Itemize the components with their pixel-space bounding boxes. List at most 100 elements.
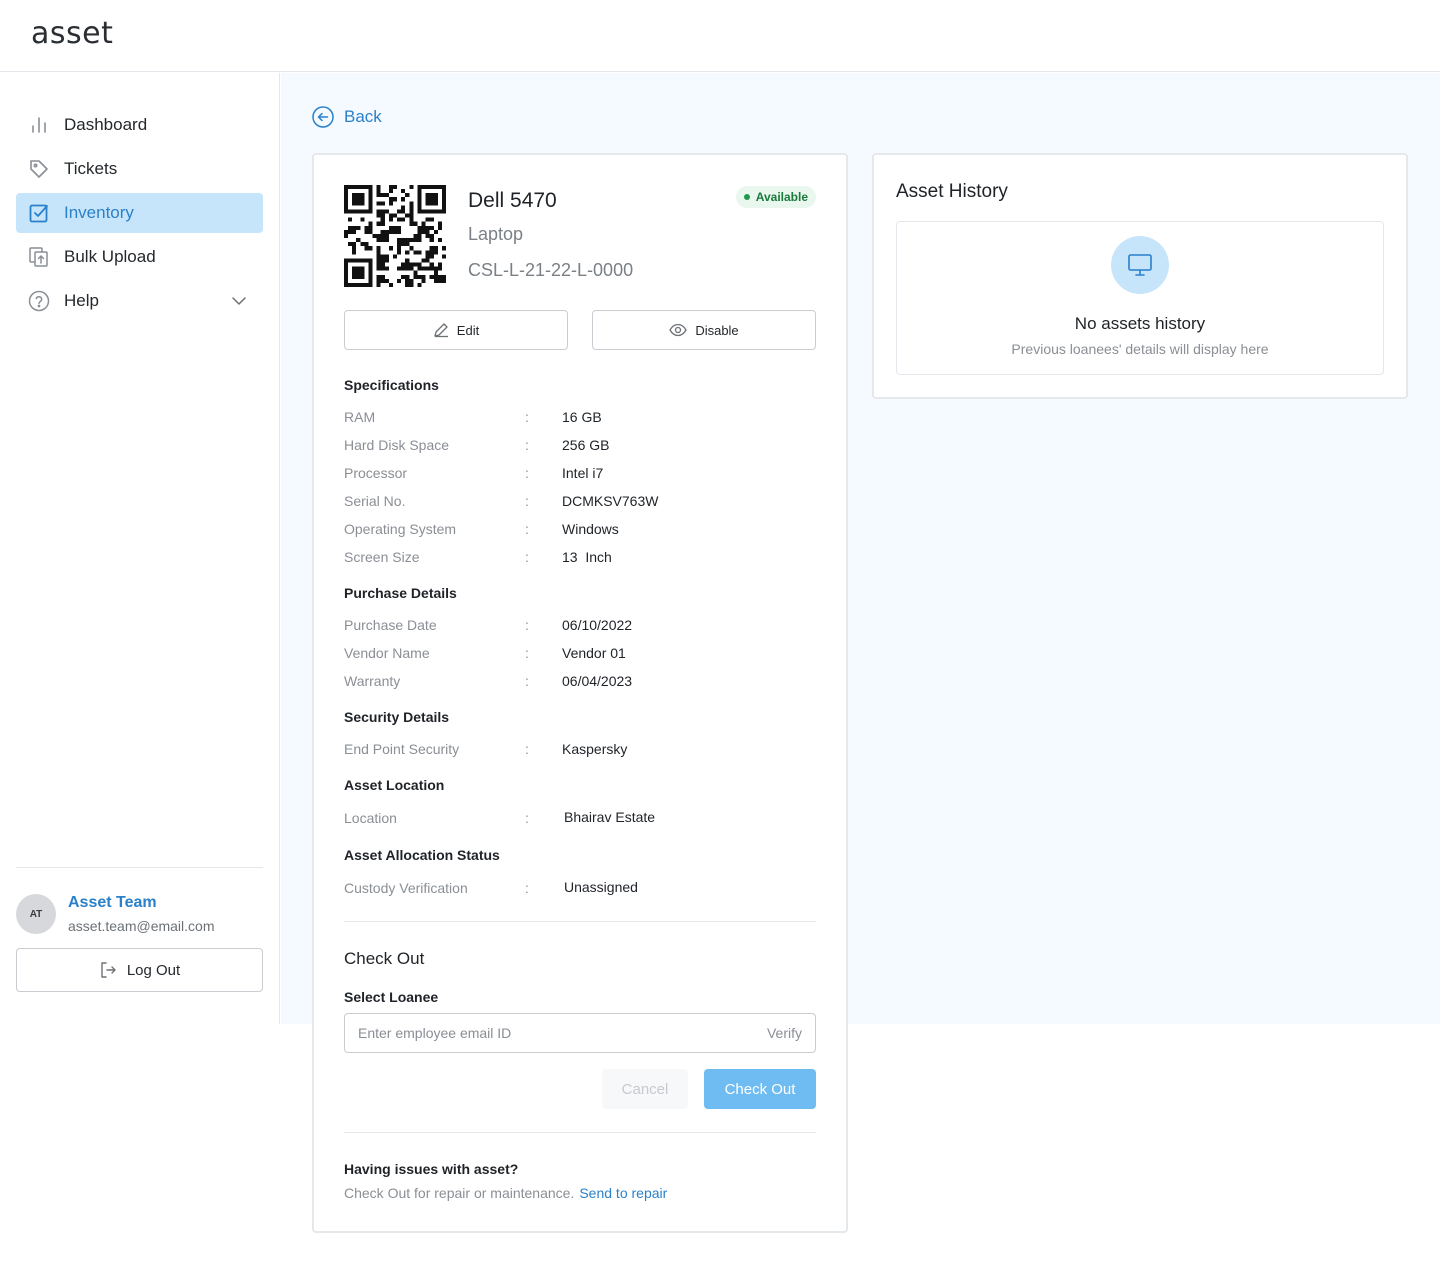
security-label: End Point Security [344,741,460,757]
back-link[interactable]: Back [312,105,382,129]
back-arrow-icon [312,106,334,128]
security-value: Kaspersky [562,741,628,757]
sidebar-item-bulk-upload[interactable]: Bulk Upload [16,237,263,277]
issues-title: Having issues with asset? [344,1161,519,1177]
asset-name: Dell 5470 [468,189,557,212]
qr-code-image [344,185,446,287]
location-value: Bhairav Estate [564,809,656,825]
status-label: Available [755,190,808,204]
history-icon-circle [1111,236,1169,294]
sidebar-item-label: Dashboard [64,115,148,134]
asset-code: CSL-L-21-22-L-0000 [468,260,634,280]
select-loanee-label: Select Loanee [344,989,439,1005]
security-colon: : [525,741,529,757]
top-bar: asset [0,0,1440,72]
sidebar-item-help[interactable]: Help [16,281,263,321]
divider [344,1132,816,1133]
back-label: Back [344,107,382,126]
purchase-colon: : [525,617,529,633]
edit-button[interactable]: Edit [344,310,568,350]
spec-colon: : [525,409,529,425]
spec-value: 256 GB [562,437,610,453]
spec-value: DCMKSV763W [562,493,659,509]
asset-details-card: Dell 5470 Laptop CSL-L-21-22-L-0000 Avai… [312,153,848,1233]
chevron-down-icon[interactable] [231,293,247,309]
history-empty-subtitle: Previous loanees' details will display h… [1011,341,1269,357]
spec-colon: : [525,465,529,481]
section-title-purchase: Purchase Details [344,585,457,601]
spec-label: Hard Disk Space [344,437,450,453]
issues-text: Check Out for repair or maintenance. [344,1185,575,1201]
purchase-colon: : [525,645,529,661]
logout-button[interactable]: Log Out [16,948,263,992]
logout-label: Log Out [126,961,181,979]
sidebar-item-inventory[interactable]: Inventory [16,193,263,233]
status-dot-icon [743,194,750,200]
allocation-label: Custody Verification [344,880,468,896]
divider [344,921,816,922]
purchase-label: Warranty [344,673,401,689]
verify-button[interactable]: Verify [767,1025,802,1041]
spec-label: Operating System [344,521,457,537]
edit-label: Edit [456,322,480,338]
allocation-value: Unassigned [564,879,638,895]
purchase-colon: : [525,673,529,689]
user-name: Asset Team [68,894,157,911]
section-title-specifications: Specifications [344,377,439,393]
sidebar-item-label: Inventory [64,203,134,222]
purchase-value: 06/04/2023 [562,673,633,689]
sidebar-item-label: Tickets [64,159,118,178]
checkbox-icon [29,204,48,223]
spec-colon: : [525,521,529,537]
eye-icon [669,323,688,337]
purchase-value: 06/10/2022 [562,617,633,633]
spec-value: 16 GB [562,409,602,425]
logout-icon [101,962,116,978]
cancel-button[interactable]: Cancel [602,1069,688,1109]
spec-label: Serial No. [344,493,406,509]
section-title-allocation: Asset Allocation Status [344,847,500,863]
sidebar-item-tickets[interactable]: Tickets [16,149,263,189]
loanee-email-field: Verify [344,1013,816,1053]
spec-colon: : [525,437,529,453]
checkout-title: Check Out [344,949,425,968]
checkout-button[interactable]: Check Out [704,1069,816,1109]
spec-label: RAM [344,409,376,425]
tag-icon [30,160,48,178]
sidebar-item-dashboard[interactable]: Dashboard [16,105,263,145]
history-empty-state: No assets history Previous loanees' deta… [896,221,1384,375]
sidebar-item-label: Bulk Upload [64,247,156,266]
spec-value: 13 Inch [562,549,612,565]
history-title: Asset History [896,181,1008,202]
loanee-email-input[interactable] [345,1014,745,1052]
location-label: Location [344,810,397,826]
purchase-label: Purchase Date [344,617,437,633]
purchase-label: Vendor Name [344,645,430,661]
sidebar: Dashboard Tickets Inventory Bulk Upload … [0,73,280,1024]
pencil-icon [434,323,448,338]
avatar: AT [16,894,56,934]
asset-type: Laptop [468,224,524,244]
bar-chart-icon [32,117,46,133]
location-colon: : [525,810,529,826]
spec-label: Processor [344,465,408,481]
spec-colon: : [525,549,529,565]
disable-button[interactable]: Disable [592,310,816,350]
asset-history-card: Asset History No assets history Previous… [872,153,1408,399]
purchase-value: Vendor 01 [562,645,626,661]
section-title-security: Security Details [344,709,450,725]
status-badge: Available [735,186,816,208]
spec-label: Screen Size [344,549,420,565]
upload-icon [29,247,48,267]
section-title-location: Asset Location [344,777,445,793]
send-to-repair-link[interactable]: Send to repair [579,1185,667,1201]
spec-value: Windows [562,521,619,537]
spec-value: Intel i7 [562,465,604,481]
sidebar-divider [16,867,263,868]
user-email: asset.team@email.com [68,918,215,934]
sidebar-item-label: Help [64,291,99,310]
question-icon [28,290,50,312]
app-logo[interactable]: asset [31,16,113,51]
spec-colon: : [525,493,529,509]
history-empty-title: No assets history [1074,314,1206,333]
